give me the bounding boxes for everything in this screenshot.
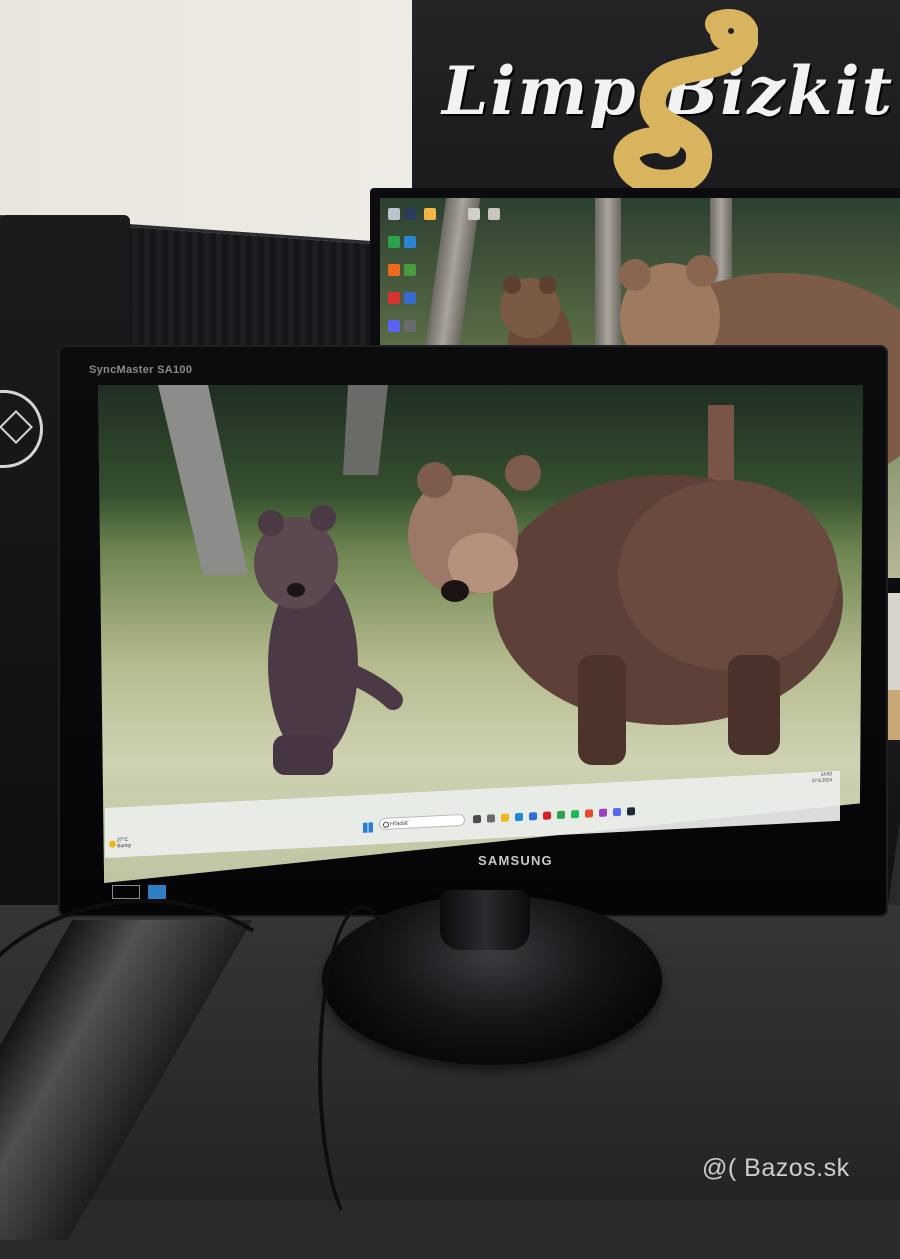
search-icon: [383, 821, 389, 828]
clock-date: 27.6.2024: [811, 777, 832, 784]
steam-icon[interactable]: [404, 208, 416, 220]
monitor-power-button[interactable]: [148, 885, 166, 899]
steam-icon[interactable]: [627, 807, 635, 816]
app-icon[interactable]: [404, 320, 416, 332]
app-icon-2[interactable]: [599, 808, 607, 817]
file-explorer-icon[interactable]: [501, 813, 509, 822]
search-placeholder: Hľadať: [390, 820, 409, 828]
band-poster: Limp Bizkit: [412, 0, 900, 198]
app-icon[interactable]: [585, 809, 593, 818]
windows-start-icon[interactable]: [363, 822, 373, 833]
snake-emblem-icon: [613, 9, 758, 189]
chrome-icon[interactable]: [557, 810, 565, 820]
monitor-stand-neck: [440, 890, 530, 950]
shortcut-icon[interactable]: [488, 208, 500, 220]
system-clock[interactable]: 14:52 27.6.2024: [812, 771, 832, 784]
tree-trunk: [423, 198, 481, 358]
task-view-icon[interactable]: [473, 814, 481, 824]
edge-icon[interactable]: [404, 236, 416, 248]
edge-icon[interactable]: [515, 812, 523, 822]
app-icon[interactable]: [404, 292, 416, 304]
monitor-brand-logo: SAMSUNG: [478, 853, 553, 868]
chrome-icon[interactable]: [388, 236, 400, 248]
app-icon[interactable]: [388, 292, 400, 304]
spotify-icon[interactable]: [571, 809, 579, 819]
monitor-menu-button[interactable]: [112, 885, 140, 899]
store-icon[interactable]: [529, 812, 537, 821]
weather-sun-icon[interactable]: [109, 840, 116, 848]
folder-icon[interactable]: [424, 208, 436, 220]
recycle-bin-icon[interactable]: [388, 208, 400, 220]
weather-desc: Sunny: [117, 842, 132, 850]
settings-icon[interactable]: [487, 814, 495, 823]
monitor-model-label: SyncMaster SA100: [89, 364, 193, 376]
watermark-text: @( Bazos.sk: [702, 1154, 850, 1182]
discord-icon[interactable]: [613, 807, 621, 817]
opera-icon[interactable]: [543, 811, 551, 820]
power-cable: [318, 905, 406, 1233]
app-icon[interactable]: [404, 264, 416, 276]
firefox-icon[interactable]: [388, 264, 400, 276]
taskbar-search-input[interactable]: Hľadať: [379, 813, 465, 831]
discord-icon[interactable]: [388, 320, 400, 332]
weather-widget[interactable]: 27°C Sunny: [117, 837, 131, 850]
shortcut-icon[interactable]: [468, 208, 480, 220]
